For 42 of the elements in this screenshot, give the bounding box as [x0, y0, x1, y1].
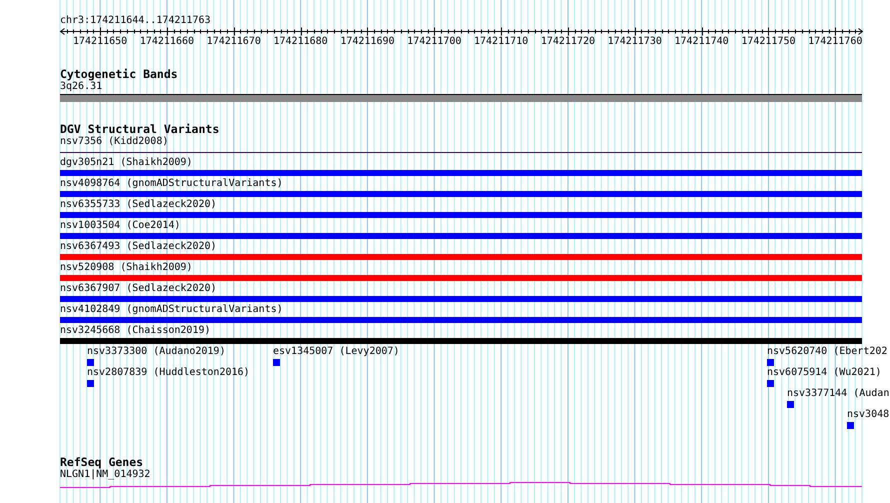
tick-label: 174211720 — [540, 36, 596, 48]
tick-label: 174211710 — [474, 36, 528, 48]
variant-block — [767, 359, 774, 366]
variant-label: dgv305n21 (Shaikh2009) — [60, 157, 192, 169]
variant-label: nsv4098764 (gnomADStructuralVariants) — [60, 178, 283, 190]
variant-label: nsv6367493 (Sedlazeck2020) — [60, 241, 217, 253]
variant-label: nsv6367907 (Sedlazeck2020) — [60, 283, 217, 295]
variant-label: nsv5620740 (Ebert202 — [767, 346, 888, 358]
tick-label: 174211760 — [808, 36, 862, 48]
variant-label: nsv3048 — [847, 409, 890, 421]
locus-label: chr3:174211644..174211763 — [60, 15, 212, 27]
variant-block — [273, 359, 280, 366]
variant-label: nsv1003504 (Coe2014) — [60, 220, 180, 232]
tick-label: 174211690 — [340, 36, 395, 48]
tick-label: 174211680 — [274, 36, 328, 48]
variant-label: nsv520908 (Shaikh2009) — [60, 262, 192, 274]
variant-label: nsv4102849 (gnomADStructuralVariants) — [60, 304, 283, 316]
track-title: DGV Structural Variants — [60, 123, 220, 136]
tick-label: 174211700 — [407, 36, 462, 48]
variant-block — [87, 380, 94, 387]
track-title: Cytogenetic Bands — [60, 68, 179, 81]
band-label: 3q26.31 — [60, 81, 102, 93]
gene-label: NLGN1|NM_014932 — [60, 469, 150, 481]
variant-label: nsv7356 (Kidd2008) — [60, 136, 168, 148]
tick-label: 174211750 — [741, 36, 796, 48]
variant-block — [847, 422, 854, 429]
variant-label: nsv6355733 (Sedlazeck2020) — [60, 199, 217, 211]
tick-label: 174211730 — [608, 36, 662, 48]
tick-label: 174211660 — [140, 36, 194, 48]
tick-label: 174211650 — [73, 36, 128, 48]
variant-block — [87, 359, 94, 366]
variant-block — [767, 380, 774, 387]
variant-block — [787, 401, 794, 408]
variant-label: nsv2807839 (Huddleston2016) — [87, 367, 250, 379]
variant-label: nsv3373300 (Audano2019) — [87, 346, 226, 358]
track-title: RefSeq Genes — [60, 456, 144, 469]
variant-label: esv1345007 (Levy2007) — [273, 346, 400, 358]
tick-label: 174211740 — [674, 36, 729, 48]
variant-label: nsv3377144 (Audan — [787, 388, 890, 400]
tick-label: 174211670 — [206, 36, 261, 48]
variant-label: nsv6075914 (Wu2021) — [767, 367, 882, 379]
variant-label: nsv3245668 (Chaisson2019) — [60, 325, 211, 337]
